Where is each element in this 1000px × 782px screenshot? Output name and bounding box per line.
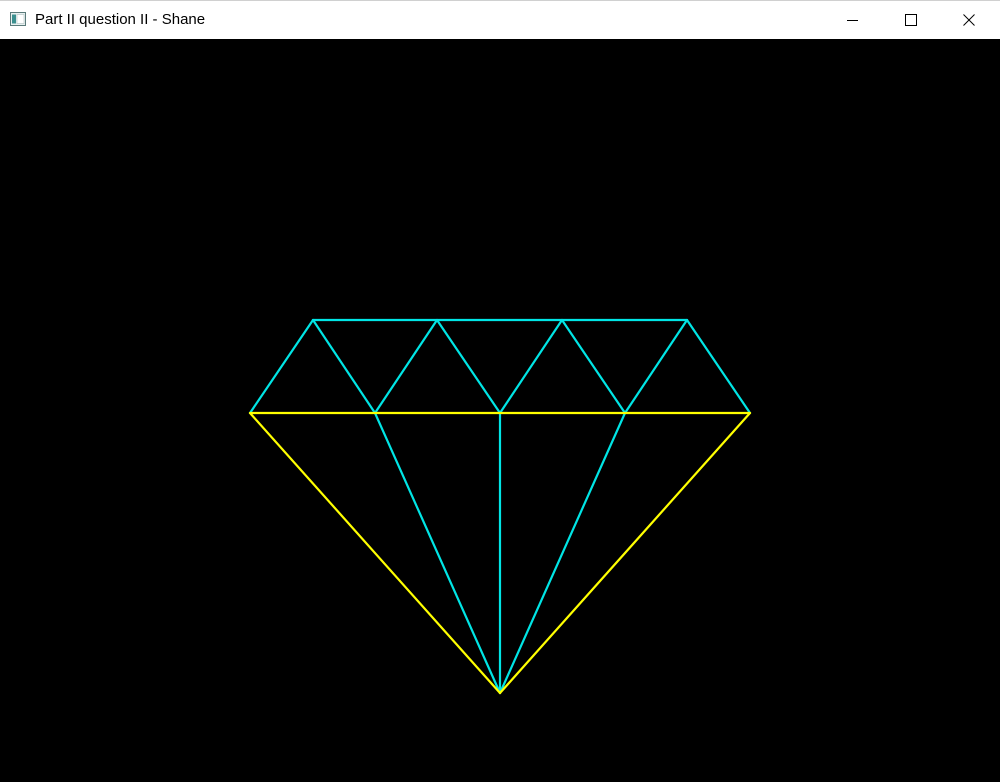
title-bar[interactable]: Part II question II - Shane — [0, 0, 1000, 39]
pavilion-edge-right — [498, 411, 752, 695]
crown-facet-4 — [435, 318, 502, 415]
minimize-button[interactable] — [824, 1, 882, 39]
crown-facet-5 — [498, 318, 564, 415]
close-icon — [963, 14, 975, 26]
pavilion-edge-left — [248, 411, 502, 695]
crown-facet-2 — [311, 318, 377, 415]
close-button[interactable] — [940, 1, 998, 39]
pavilion-facet-left — [373, 411, 502, 695]
maximize-icon — [905, 14, 917, 26]
crown-facet-8 — [685, 318, 752, 415]
maximize-button[interactable] — [882, 1, 940, 39]
crown-facet-7 — [623, 318, 689, 415]
crown-facet-1 — [248, 318, 315, 415]
diamond-wireframe — [248, 318, 752, 695]
minimize-icon — [847, 20, 858, 21]
window-title: Part II question II - Shane — [35, 11, 206, 28]
crown-facet-6 — [560, 318, 627, 415]
window-app-icon — [10, 12, 26, 26]
pavilion-facet-right — [498, 411, 627, 695]
app-window: Part II question II - Shane — [0, 0, 1000, 782]
diamond-facets — [248, 318, 752, 695]
drawing-canvas — [0, 39, 1000, 782]
crown-facet-3 — [373, 318, 439, 415]
